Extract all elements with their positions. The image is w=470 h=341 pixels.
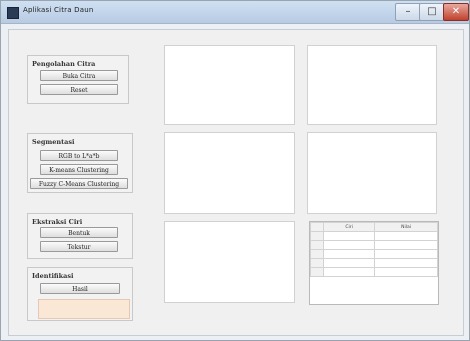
panel-title-identifikasi: Identifikasi <box>32 272 74 280</box>
table-row[interactable] <box>310 249 438 259</box>
table-row[interactable] <box>310 240 438 250</box>
row-header <box>310 240 324 250</box>
table-header-nilai: Nilai <box>374 222 438 232</box>
panel-title-pengolahan: Pengolahan Citra <box>32 60 96 68</box>
table-cell[interactable] <box>322 249 376 259</box>
table-cell[interactable] <box>374 267 438 277</box>
table-cell[interactable] <box>374 258 438 268</box>
table-cell[interactable] <box>374 240 438 250</box>
axes-image-2 <box>307 45 437 125</box>
row-header <box>310 231 324 241</box>
rgb-to-lab-button[interactable]: RGB to L*a*b <box>40 150 118 161</box>
app-icon <box>7 7 19 19</box>
row-header <box>310 258 324 268</box>
table-header-row: Ciri Nilai <box>310 222 438 232</box>
axes-image-3 <box>164 132 295 214</box>
buka-citra-button[interactable]: Buka Citra <box>40 70 118 81</box>
table-cell[interactable] <box>322 258 376 268</box>
table-row[interactable] <box>310 258 438 268</box>
window-title: Aplikasi Citra Daun <box>23 6 94 14</box>
row-header <box>310 267 324 277</box>
table-header-ciri: Ciri <box>322 222 376 232</box>
panel-pengolahan-citra: Pengolahan Citra Buka Citra Reset <box>27 55 129 104</box>
table-cell[interactable] <box>322 240 376 250</box>
table-cell[interactable] <box>374 249 438 259</box>
row-header <box>310 249 324 259</box>
table-row[interactable] <box>310 231 438 241</box>
table-corner-cell <box>310 222 324 232</box>
feature-table[interactable]: Ciri Nilai <box>309 221 439 305</box>
minimize-button[interactable]: – <box>395 3 421 21</box>
axes-image-4 <box>307 132 437 214</box>
close-button[interactable]: ✕ <box>443 3 469 21</box>
tekstur-button[interactable]: Tekstur <box>40 241 118 252</box>
table-row[interactable] <box>310 267 438 277</box>
axes-image-5 <box>164 221 295 303</box>
app-window: Aplikasi Citra Daun – □ ✕ Pengolahan Cit… <box>0 0 470 341</box>
panel-segmentasi: Segmentasi RGB to L*a*b K-means Clusteri… <box>27 133 133 193</box>
panel-title-ekstraksi: Ekstraksi Ciri <box>32 218 83 226</box>
panel-ekstraksi-ciri: Ekstraksi Ciri Bentuk Tekstur <box>27 213 133 259</box>
axes-original-image <box>164 45 295 125</box>
table-cell[interactable] <box>374 231 438 241</box>
maximize-button[interactable]: □ <box>419 3 445 21</box>
hasil-button[interactable]: Hasil <box>40 283 120 294</box>
fuzzy-cmeans-button[interactable]: Fuzzy C-Means Clustering <box>30 178 128 189</box>
panel-title-segmentasi: Segmentasi <box>32 138 75 146</box>
result-display <box>38 299 130 319</box>
reset-button[interactable]: Reset <box>40 84 118 95</box>
table-cell[interactable] <box>322 267 376 277</box>
title-bar[interactable]: Aplikasi Citra Daun – □ ✕ <box>1 1 469 24</box>
bentuk-button[interactable]: Bentuk <box>40 227 118 238</box>
table-cell[interactable] <box>322 231 376 241</box>
kmeans-clustering-button[interactable]: K-means Clustering <box>40 164 118 175</box>
